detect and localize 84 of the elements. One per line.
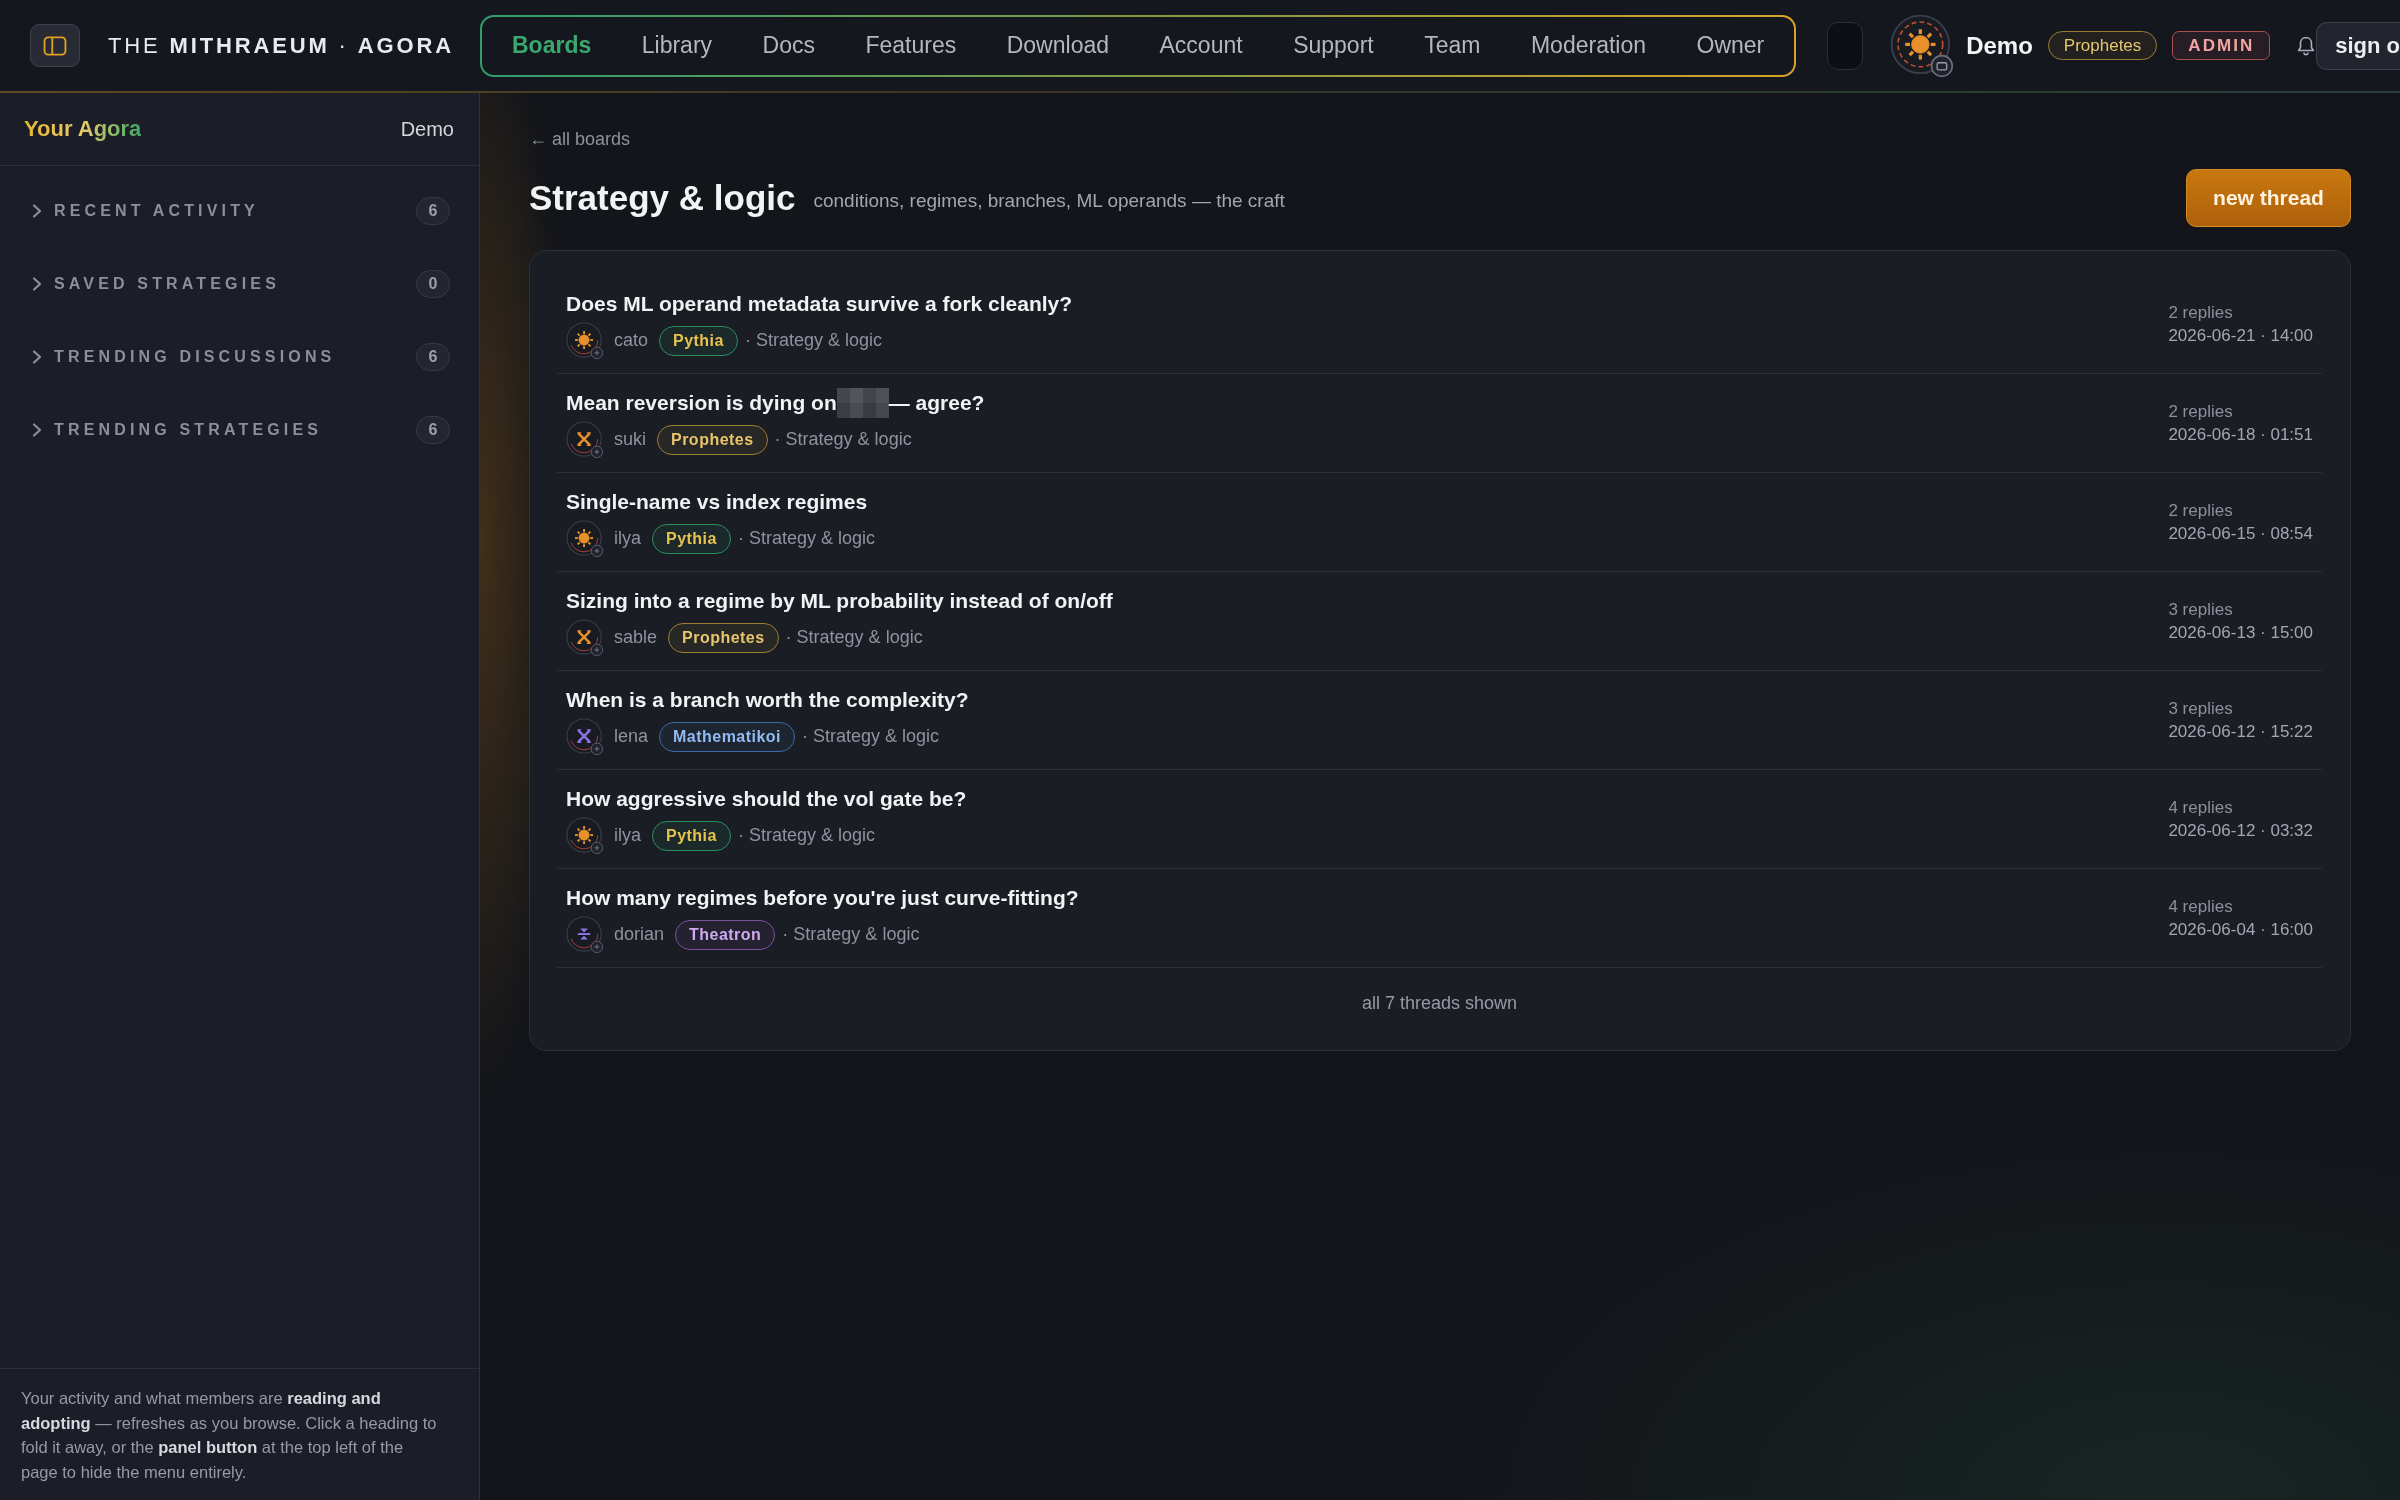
author-name[interactable]: sable [614, 627, 658, 648]
thread-title[interactable]: Sizing into a regime by ML probability instead of on/off [566, 588, 1113, 613]
role-badge: Prophetes [2047, 31, 2158, 60]
thread-title[interactable]: How aggressive should the vol gate be? [566, 786, 967, 811]
sun-emblem-icon[interactable] [1890, 13, 1955, 78]
reply-count: 3 replies [2168, 599, 2233, 620]
reply-count: 4 replies [2168, 896, 2233, 917]
board-label: · Strategy & logic [737, 825, 875, 846]
nav-tab[interactable]: Library [641, 32, 713, 59]
role-badge: ADMIN [2172, 31, 2271, 60]
thread-title[interactable]: Mean reversion is dying on [566, 390, 837, 415]
author-name[interactable]: cato [614, 330, 649, 351]
new-thread-button[interactable]: new thread [2186, 169, 2351, 227]
notification-bell-icon[interactable] [2296, 34, 2317, 57]
sigil-emblem-icon [566, 915, 604, 954]
panel-toggle-button[interactable] [30, 24, 80, 67]
thread-date: 2026-06-12 · 15:22 [2168, 721, 2313, 742]
sidebar-user-name: Demo [400, 117, 454, 141]
thread-date: 2026-06-12 · 03:32 [2168, 820, 2313, 841]
site-logo-text[interactable]: THE MITHRAEUM · AGORA [107, 32, 454, 59]
user-name: Demo [1966, 31, 2033, 60]
thread-title[interactable]: When is a branch worth the complexity? [566, 687, 969, 712]
section-heading[interactable]: TRENDING STRATEGIES [31, 420, 323, 439]
reply-count: 2 replies [2168, 302, 2233, 323]
thread-title[interactable]: How many regimes before you're just curve-fitting? [566, 885, 1079, 910]
thread-title-tail[interactable]: — agree? [888, 390, 985, 415]
role-badge: Pythia [659, 325, 738, 356]
board-label: · Strategy & logic [774, 429, 912, 450]
reply-count: 4 replies [2168, 797, 2233, 818]
author-name[interactable]: lena [614, 726, 649, 747]
sign-out-button[interactable]: sign o [2316, 21, 2400, 70]
cross-emblem-icon [566, 618, 604, 657]
sun-emblem-icon [566, 321, 604, 360]
board-description: conditions, regimes, branches, ML operands — the craft [813, 190, 1285, 212]
board-label: · Strategy & logic [782, 924, 920, 945]
thread-title[interactable]: Single-name vs index regimes [566, 489, 868, 514]
threads-count-note: all 7 threads shown [1360, 992, 1519, 1015]
back-link[interactable]: ← all boards [529, 128, 631, 150]
cross-emblem-icon [566, 717, 604, 756]
board-label: · Strategy & logic [744, 330, 882, 351]
role-badge: Prophetes [657, 424, 768, 455]
author-name[interactable]: dorian [614, 924, 665, 945]
board-title: Strategy & logic [529, 178, 796, 218]
nav-tab[interactable]: Features [865, 32, 957, 59]
thread-date: 2026-06-04 · 16:00 [2168, 919, 2313, 940]
thread-date: 2026-06-15 · 08:54 [2168, 523, 2313, 544]
count-badge: 6 [416, 196, 450, 225]
sun-emblem-icon [566, 816, 604, 855]
sidebar-help-text: Your activity and what members are reading and adopting — refreshes as you browse. Click a heading to fold it away, or the panel button at the top left of the page to hide the menu entirely. [0, 1368, 479, 1500]
section-heading[interactable]: SAVED STRATEGIES [31, 274, 280, 293]
board-label: · Strategy & logic [802, 726, 940, 747]
author-name[interactable]: ilya [614, 528, 641, 549]
role-badge: Pythia [652, 820, 731, 851]
nav-tab[interactable]: Download [1006, 32, 1109, 59]
section-heading[interactable]: RECENT ACTIVITY [31, 201, 259, 220]
nav-tab[interactable]: Docs [762, 32, 815, 59]
nav-tab[interactable]: Moderation [1530, 32, 1646, 59]
reply-count: 2 replies [2168, 500, 2233, 521]
role-badge: Mathematikoi [659, 721, 796, 752]
thread-date: 2026-06-21 · 14:00 [2168, 325, 2313, 346]
nav-tab[interactable]: Owner [1696, 32, 1765, 59]
nav-tab[interactable]: Account [1159, 32, 1243, 59]
nav-tab[interactable]: Team [1424, 32, 1481, 59]
nav-tab[interactable]: Support [1293, 32, 1374, 59]
thread-date: 2026-06-18 · 01:51 [2168, 424, 2313, 445]
role-badge: Pythia [652, 523, 731, 554]
reply-count: 2 replies [2168, 401, 2233, 422]
sun-emblem-icon [566, 519, 604, 558]
nav-tab[interactable]: Boards [512, 32, 592, 59]
count-badge: 0 [416, 269, 450, 298]
role-badge: Theatron [675, 919, 776, 950]
thread-title[interactable]: Does ML operand metadata survive a fork cleanly? [566, 291, 1073, 316]
reply-count: 3 replies [2168, 698, 2233, 719]
board-label: · Strategy & logic [785, 627, 923, 648]
author-name[interactable]: ilya [614, 825, 641, 846]
role-badge: Prophetes [668, 622, 779, 653]
cross-emblem-icon [566, 420, 604, 459]
author-name[interactable]: suki [614, 429, 646, 450]
board-label: · Strategy & logic [737, 528, 875, 549]
count-badge: 6 [416, 342, 450, 371]
section-heading[interactable]: TRENDING DISCUSSIONS [31, 347, 336, 366]
count-badge: 6 [416, 415, 450, 444]
sidebar-panel-icon [42, 35, 67, 56]
thread-date: 2026-06-13 · 15:00 [2168, 622, 2313, 643]
